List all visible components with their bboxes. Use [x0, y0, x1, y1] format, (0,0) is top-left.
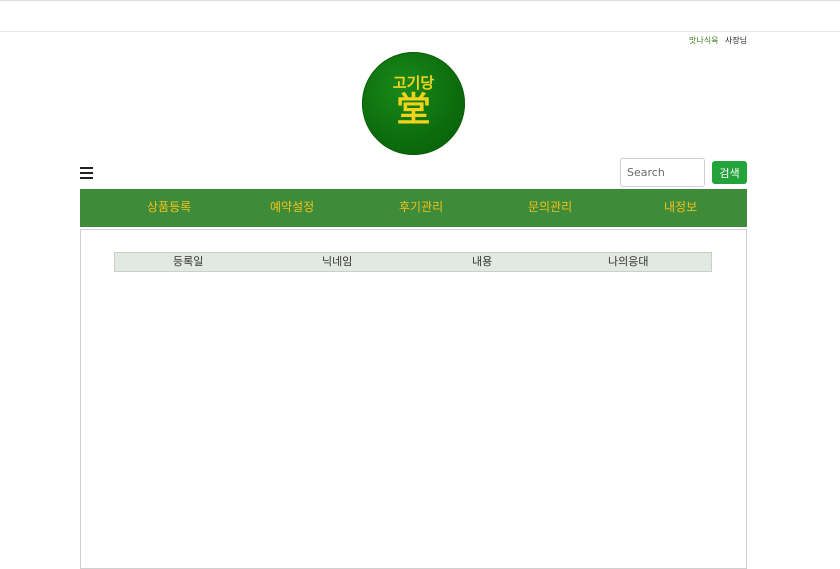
- owner-label: 사장님: [725, 36, 748, 45]
- nav-item-inquiry-management[interactable]: 문의관리: [528, 189, 572, 227]
- main-nav: 상품등록 예약설정 후기관리 문의관리 내정보: [80, 189, 747, 227]
- top-bar: [0, 0, 840, 32]
- shop-name-link[interactable]: 맛나식육: [689, 36, 718, 45]
- column-header-my-response: 나의응대: [608, 255, 649, 268]
- nav-item-review-management[interactable]: 후기관리: [399, 189, 443, 227]
- hamburger-menu-icon[interactable]: [80, 164, 93, 180]
- nav-item-my-info[interactable]: 내정보: [664, 189, 697, 227]
- content-panel: 등록일 닉네임 내용 나의응대: [80, 229, 747, 569]
- column-header-nickname: 닉네임: [322, 255, 353, 268]
- site-logo[interactable]: 고기당 堂: [362, 52, 465, 155]
- nav-item-reservation-settings[interactable]: 예약설정: [270, 189, 314, 227]
- column-header-content: 내용: [472, 255, 493, 268]
- nav-item-product-register[interactable]: 상품등록: [147, 189, 191, 227]
- search-input[interactable]: [620, 158, 705, 187]
- search-button[interactable]: 검색: [712, 161, 747, 184]
- logo-text-line2: 堂: [396, 90, 431, 130]
- user-links: 맛나식육 사장님: [689, 35, 747, 46]
- column-header-date: 등록일: [173, 255, 204, 268]
- review-table-header: 등록일 닉네임 내용 나의응대: [114, 252, 712, 272]
